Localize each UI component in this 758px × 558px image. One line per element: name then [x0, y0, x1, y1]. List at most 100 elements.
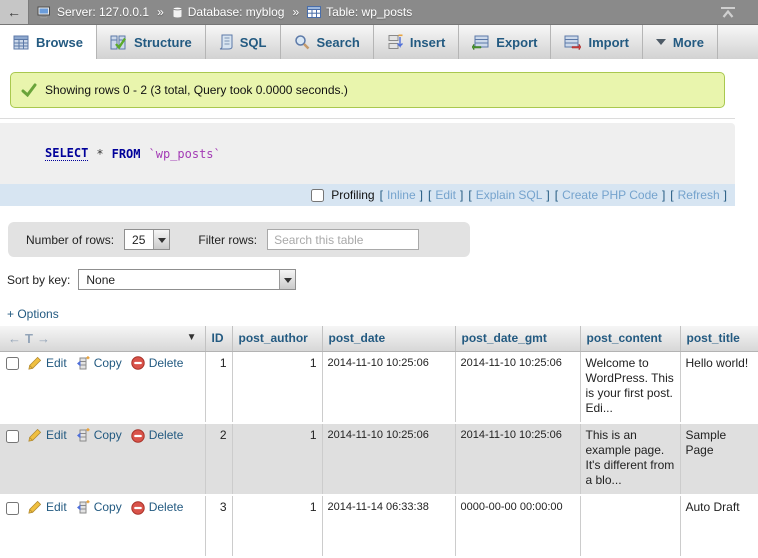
edit-query-link[interactable]: Edit — [435, 188, 456, 202]
server-icon — [37, 6, 52, 19]
cell-post-author: 1 — [232, 495, 322, 557]
row-checkbox[interactable] — [6, 430, 19, 443]
edit-row-link[interactable]: Edit — [46, 356, 67, 371]
table-row: Edit Copy Delete 3 1 2014-11-14 06:33:38… — [0, 495, 758, 557]
breadcrumb-table[interactable]: Table: wp_posts — [326, 5, 412, 19]
tab-import[interactable]: Import — [551, 25, 642, 59]
options-toggle-link[interactable]: + Options — [7, 307, 758, 322]
tab-label: Import — [588, 35, 628, 50]
profiling-checkbox[interactable] — [311, 189, 324, 202]
inline-link-group: [ Inline ] — [380, 188, 423, 202]
tab-label: Browse — [36, 35, 83, 50]
query-toolbar: Profiling [ Inline ] [ Edit ] [ Explain … — [0, 184, 735, 206]
sql-section: SELECT * FROM `wp_posts` Profiling [ Inl… — [0, 123, 735, 206]
column-header-post-author[interactable]: post_author — [232, 326, 322, 351]
select-dropdown-button[interactable] — [153, 230, 169, 249]
cell-post-title: Auto Draft — [680, 495, 758, 557]
tab-label: Search — [317, 35, 360, 50]
tab-browse[interactable]: Browse — [0, 25, 97, 59]
inline-link[interactable]: Inline — [387, 188, 416, 202]
status-message: Showing rows 0 - 2 (3 total, Query took … — [10, 72, 725, 108]
sort-by-key-label: Sort by key: — [7, 273, 70, 287]
sort-by-key-value: None — [79, 270, 279, 289]
filter-search-input[interactable] — [267, 229, 419, 250]
tab-label: Export — [496, 35, 537, 50]
results-table: ←T→ ▼ ID post_author post_date post_date… — [0, 326, 758, 558]
breadcrumb: Server: 127.0.0.1 » Database: myblog » T… — [29, 5, 412, 19]
create-php-code-link[interactable]: Create PHP Code — [562, 188, 658, 202]
tab-insert[interactable]: Insert — [374, 25, 459, 59]
pencil-icon — [27, 428, 42, 443]
cell-post-title: Hello world! — [680, 351, 758, 423]
cell-post-content — [580, 495, 680, 557]
breadcrumb-database[interactable]: Database: myblog — [188, 5, 285, 19]
cell-post-date: 2014-11-10 10:25:06 — [322, 423, 455, 495]
cell-post-title: Sample Page — [680, 423, 758, 495]
tab-export[interactable]: Export — [459, 25, 551, 59]
tab-search[interactable]: Search — [281, 25, 374, 59]
breadcrumb-server[interactable]: Server: 127.0.0.1 — [57, 5, 149, 19]
column-header-post-date[interactable]: post_date — [322, 326, 455, 351]
breadcrumb-separator: » — [292, 5, 299, 19]
tab-structure[interactable]: Structure — [97, 25, 206, 59]
sort-by-key-select[interactable]: None — [78, 269, 296, 290]
explain-sql-link[interactable]: Explain SQL — [476, 188, 543, 202]
bracket: [ — [380, 188, 383, 202]
cell-id: 3 — [205, 495, 232, 557]
delete-row-link[interactable]: Delete — [149, 356, 184, 371]
copy-row-link[interactable]: Copy — [94, 356, 122, 371]
pencil-icon — [27, 500, 42, 515]
delete-icon — [131, 356, 145, 370]
cell-post-date-gmt: 2014-11-10 10:25:06 — [455, 423, 580, 495]
success-check-icon — [21, 83, 37, 97]
row-actions: Edit Copy Delete — [5, 428, 200, 443]
divider — [0, 118, 735, 119]
collapse-top-icon[interactable] — [720, 7, 736, 18]
chevron-down-icon — [656, 39, 666, 50]
edit-row-link[interactable]: Edit — [46, 500, 67, 515]
column-header-post-title[interactable]: post_title — [680, 326, 758, 351]
sql-keyword-select[interactable]: SELECT — [45, 146, 88, 161]
edit-row-link[interactable]: Edit — [46, 428, 67, 443]
number-of-rows-select[interactable]: 25 — [124, 229, 170, 250]
insert-icon — [387, 34, 403, 50]
select-dropdown-button[interactable] — [279, 270, 295, 289]
arrow-left-icon: ← — [8, 331, 21, 346]
export-icon — [472, 35, 489, 50]
sql-icon — [219, 34, 233, 50]
copy-row-link[interactable]: Copy — [94, 428, 122, 443]
row-checkbox[interactable] — [6, 357, 19, 370]
cell-post-date-gmt: 2014-11-10 10:25:06 — [455, 351, 580, 423]
column-header-post-content[interactable]: post_content — [580, 326, 680, 351]
bracket: [ — [428, 188, 431, 202]
back-arrow-button[interactable]: ← — [0, 0, 29, 24]
column-toggle-icon[interactable]: ←T→ — [6, 331, 52, 346]
breadcrumb-bar: ← Server: 127.0.0.1 » Database: myblog »… — [0, 0, 758, 25]
delete-row-link[interactable]: Delete — [149, 428, 184, 443]
sql-table-identifier: `wp_posts` — [149, 147, 221, 161]
row-checkbox[interactable] — [6, 502, 19, 515]
sort-caret-icon[interactable]: ▼ — [187, 332, 197, 343]
tab-sql[interactable]: SQL — [206, 25, 281, 59]
number-of-rows-value: 25 — [125, 230, 153, 249]
tab-more[interactable]: More — [643, 25, 718, 59]
bracket: ] — [546, 188, 549, 202]
column-header-id[interactable]: ID — [205, 326, 232, 351]
delete-icon — [131, 501, 145, 515]
copy-icon — [76, 428, 90, 443]
bracket: ] — [420, 188, 423, 202]
cell-id: 2 — [205, 423, 232, 495]
refresh-link[interactable]: Refresh — [678, 188, 720, 202]
create-php-link-group: [ Create PHP Code ] — [555, 188, 666, 202]
delete-row-link[interactable]: Delete — [149, 500, 184, 515]
cell-post-date: 2014-11-14 06:33:38 — [322, 495, 455, 557]
rows-control-bar: Number of rows: 25 Filter rows: — [8, 222, 470, 257]
bracket: ] — [724, 188, 727, 202]
column-header-post-date-gmt[interactable]: post_date_gmt — [455, 326, 580, 351]
structure-icon — [110, 35, 127, 50]
bracket: [ — [670, 188, 673, 202]
tab-label: Insert — [410, 35, 445, 50]
cell-post-date: 2014-11-10 10:25:06 — [322, 351, 455, 423]
copy-row-link[interactable]: Copy — [94, 500, 122, 515]
column-actions-header: ←T→ ▼ — [0, 326, 205, 351]
